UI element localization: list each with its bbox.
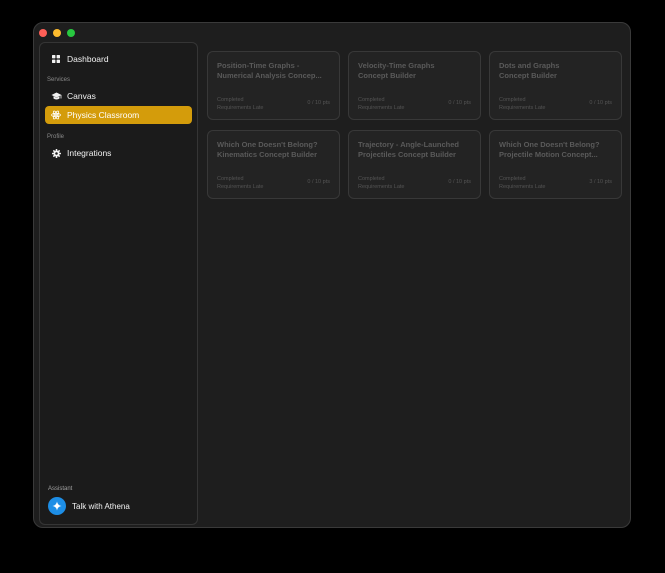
maximize-window-button[interactable] [67,29,75,37]
card-points: 0 / 10 pts [307,100,330,106]
athena-label: Talk with Athena [72,501,130,511]
card-status: Completed Requirements Late [217,97,264,111]
card-status: Completed Requirements Late [499,97,546,111]
card-points: 0 / 10 pts [448,179,471,185]
window-controls [39,29,75,37]
card-status: Completed Requirements Late [217,176,264,190]
assignment-card[interactable]: Which One Doesn't Belong? Kinematics Con… [207,130,340,199]
graduation-cap-icon [50,90,62,102]
card-title: Position-Time Graphs - Numerical Analysi… [217,61,322,80]
sparkle-icon [48,497,66,515]
card-points: 0 / 10 pts [589,100,612,106]
sidebar-item-label: Integrations [67,148,112,158]
card-status: Completed Requirements Late [358,176,405,190]
app-window: Dashboard Services Canvas Physics Classr… [33,22,631,528]
sidebar-item-dashboard[interactable]: Dashboard [45,50,192,68]
card-points: 3 / 10 pts [589,179,612,185]
sidebar-item-label: Canvas [67,91,96,101]
sidebar-item-integrations[interactable]: Integrations [45,144,192,162]
card-title: Which One Doesn't Belong? Kinematics Con… [217,140,318,159]
card-status: Completed Requirements Late [499,176,546,190]
assistant-section-label: Assistant [48,486,73,492]
card-status: Completed Requirements Late [358,97,405,111]
assignment-card[interactable]: Position-Time Graphs - Numerical Analysi… [207,51,340,120]
card-title: Trajectory - Angle-Launched Projectiles … [358,140,459,159]
sidebar-item-canvas[interactable]: Canvas [45,87,192,105]
card-title: Dots and Graphs Concept Builder [499,61,560,80]
atom-icon [50,109,62,121]
assignment-card[interactable]: Velocity-Time Graphs Concept Builder Com… [348,51,481,120]
profile-section-label: Profile [47,134,65,140]
card-title: Which One Doesn't Belong? Projectile Mot… [499,140,600,159]
sidebar-item-physics-classroom[interactable]: Physics Classroom [45,106,192,124]
sidebar: Dashboard Services Canvas Physics Classr… [39,42,198,525]
assignment-card[interactable]: Which One Doesn't Belong? Projectile Mot… [489,130,622,199]
minimize-window-button[interactable] [53,29,61,37]
talk-with-athena-button[interactable]: Talk with Athena [48,497,130,515]
assignment-card[interactable]: Dots and Graphs Concept Builder Complete… [489,51,622,120]
card-points: 0 / 10 pts [448,100,471,106]
services-section-label: Services [47,77,71,83]
sidebar-item-label: Dashboard [67,54,109,64]
card-points: 0 / 10 pts [307,179,330,185]
assignment-card[interactable]: Trajectory - Angle-Launched Projectiles … [348,130,481,199]
close-window-button[interactable] [39,29,47,37]
grid-icon [50,53,62,65]
card-title: Velocity-Time Graphs Concept Builder [358,61,435,80]
gear-icon [50,147,62,159]
sidebar-item-label: Physics Classroom [67,110,140,120]
